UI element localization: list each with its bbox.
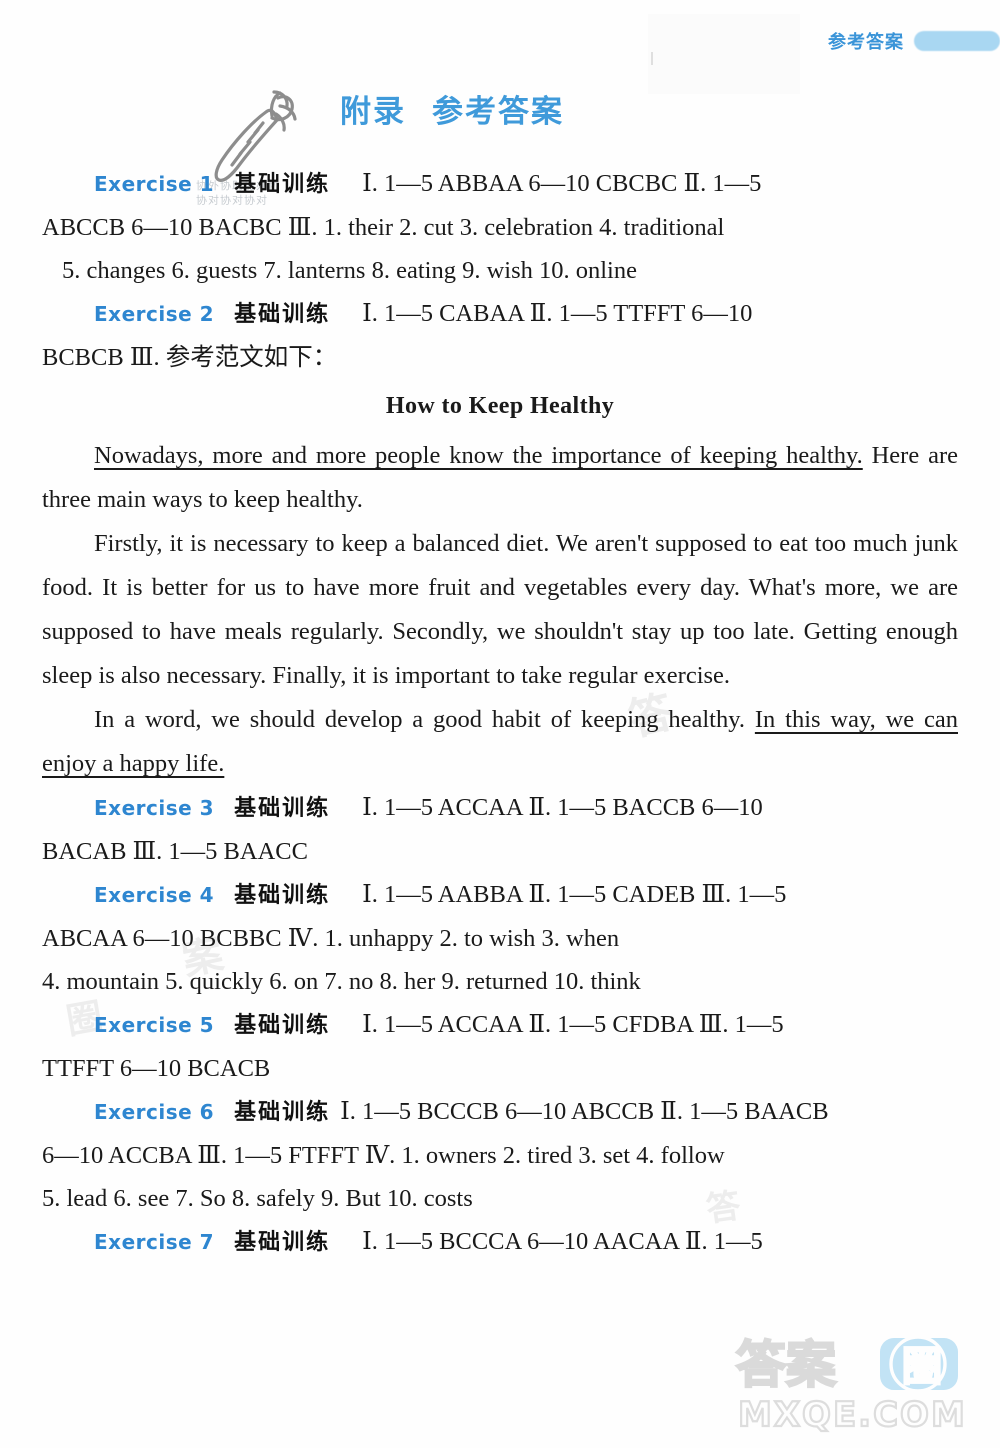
exercise-answers: 5. changes 6. guests 7. lanterns 8. eati… — [62, 257, 637, 284]
paper-smudge — [648, 14, 800, 94]
exercise-line: 5. lead 6. see 7. So 8. safely 9. But 10… — [42, 1177, 958, 1220]
exercise-answers: BACAB Ⅲ. 1—5 BAACC — [42, 838, 308, 865]
exercise-line: TTFFT 6—10 BCACB — [42, 1047, 958, 1090]
exercise-line: 4. mountain 5. quickly 6. on 7. no 8. he… — [42, 960, 958, 1003]
answer-key-page: 参考答案 附录 参考答案 协外协助协办协 协对协对协对 答 案 圈 答 Exer… — [0, 0, 1000, 1448]
answer-body: Exercise 1 基础训练 Ⅰ. 1—5 ABBAA 6—10 CBCBC Ⅱ.… — [42, 162, 958, 1264]
running-header: 参考答案 — [828, 28, 1000, 54]
exercise-answers: Ⅰ. 1—5 ACCAA Ⅱ. 1—5 BACCB 6—10 — [362, 794, 763, 821]
exercise-line: Exercise 2 基础训练 Ⅰ. 1—5 CABAA Ⅱ. 1—5 TTFFT … — [42, 292, 958, 336]
exercise-line: Exercise 6 基础训练 Ⅰ. 1—5 BCCCB 6—10 ABCCB Ⅱ.… — [42, 1090, 958, 1134]
exercise-answers: 4. mountain 5. quickly 6. on 7. no 8. he… — [42, 968, 641, 995]
essay-underlined-opening: Nowadays, more and more people know the … — [94, 442, 863, 469]
exercise-answers: Ⅰ. 1—5 ABBAA 6—10 CBCBC Ⅱ. 1—5 — [362, 170, 762, 197]
watermark-site-text: MXQE.COM — [738, 1395, 967, 1434]
exercise-line: 5. changes 6. guests 7. lanterns 8. eati… — [42, 249, 958, 292]
essay-paragraph-2: Firstly, it is necessary to keep a balan… — [42, 530, 958, 689]
exercise-line: 6—10 ACCBA Ⅲ. 1—5 FTFFT Ⅳ. 1. owners 2. … — [42, 1134, 958, 1177]
exercise-answers-cn: BCBCB Ⅲ. 参考范文如下： — [42, 344, 338, 371]
exercise-tag-6: Exercise 6 — [94, 1100, 215, 1124]
site-watermark: 答案 圈 MXQE.COM — [728, 1330, 974, 1436]
essay-title: How to Keep Healthy — [385, 393, 615, 419]
exercise-answers: TTFFT 6—10 BCACB — [42, 1055, 271, 1082]
essay-paragraph-1: Nowadays, more and more people know the … — [42, 434, 958, 522]
paper-smudge-tick — [651, 52, 653, 65]
exercise-tag-4: Exercise 4 — [94, 883, 215, 907]
exercise-section-4: 基础训练 — [234, 883, 331, 908]
watermark-logo-text: 答案 — [736, 1336, 837, 1394]
page-title: 附录 参考答案 — [340, 86, 564, 131]
exercise-answers: Ⅰ. 1—5 CABAA Ⅱ. 1—5 TTFFT 6—10 — [362, 300, 753, 327]
exercise-line: BCBCB Ⅲ. 参考范文如下： — [42, 336, 958, 379]
exercise-answers: ABCAA 6—10 BCBBC Ⅳ. 1. unhappy 2. to wis… — [42, 925, 620, 952]
exercise-answers: Ⅰ. 1—5 AABBA Ⅱ. 1—5 CADEB Ⅲ. 1—5 — [362, 881, 787, 908]
essay-paragraph-3-plain: In a word, we should develop a good habi… — [94, 706, 755, 733]
exercise-line: Exercise 5 基础训练 Ⅰ. 1—5 ACCAA Ⅱ. 1—5 CFDBA … — [42, 1003, 958, 1047]
exercise-line: Exercise 1 基础训练 Ⅰ. 1—5 ABBAA 6—10 CBCBC Ⅱ.… — [42, 162, 958, 206]
exercise-tag-2: Exercise 2 — [94, 302, 215, 326]
page-title-part1: 附录 — [340, 94, 406, 130]
exercise-line: Exercise 7 基础训练 Ⅰ. 1—5 BCCCA 6—10 AACAA Ⅱ.… — [42, 1220, 958, 1264]
exercise-line: ABCCB 6—10 BACBC Ⅲ. 1. their 2. cut 3. c… — [42, 206, 958, 249]
exercise-answers: Ⅰ. 1—5 BCCCB 6—10 ABCCB Ⅱ. 1—5 BAACB — [340, 1098, 829, 1125]
sample-essay: How to Keep Healthy Nowadays, more and m… — [42, 379, 958, 786]
exercise-tag-5: Exercise 5 — [94, 1013, 215, 1037]
exercise-section-1: 基础训练 — [234, 172, 331, 197]
essay-paragraph-3: In a word, we should develop a good habi… — [42, 698, 958, 786]
exercise-section-3: 基础训练 — [234, 796, 331, 821]
exercise-tag-7: Exercise 7 — [94, 1230, 215, 1254]
running-header-bar — [914, 31, 1000, 51]
exercise-answers: Ⅰ. 1—5 BCCCA 6—10 AACAA Ⅱ. 1—5 — [362, 1228, 763, 1255]
page-title-part2: 参考答案 — [432, 94, 564, 130]
exercise-section-2: 基础训练 — [234, 302, 331, 327]
exercise-answers: 6—10 ACCBA Ⅲ. 1—5 FTFFT Ⅳ. 1. owners 2. … — [42, 1142, 725, 1169]
exercise-line: Exercise 4 基础训练 Ⅰ. 1—5 AABBA Ⅱ. 1—5 CADEB … — [42, 873, 958, 917]
watermark-logo-badge: 圈 — [902, 1344, 942, 1390]
exercise-line: Exercise 3 基础训练 Ⅰ. 1—5 ACCAA Ⅱ. 1—5 BACCB … — [42, 786, 958, 830]
running-header-label: 参考答案 — [828, 32, 904, 53]
exercise-line: ABCAA 6—10 BCBBC Ⅳ. 1. unhappy 2. to wis… — [42, 917, 958, 960]
exercise-section-5: 基础训练 — [234, 1013, 331, 1038]
exercise-answers: Ⅰ. 1—5 ACCAA Ⅱ. 1—5 CFDBA Ⅲ. 1—5 — [362, 1011, 784, 1038]
exercise-answers: ABCCB 6—10 BACBC Ⅲ. 1. their 2. cut 3. c… — [42, 214, 725, 241]
exercise-tag-1: Exercise 1 — [94, 172, 215, 196]
exercise-line: BACAB Ⅲ. 1—5 BAACC — [42, 830, 958, 873]
exercise-section-7: 基础训练 — [234, 1230, 331, 1255]
exercise-section-6: 基础训练 — [234, 1100, 331, 1125]
exercise-tag-3: Exercise 3 — [94, 796, 215, 820]
exercise-answers: 5. lead 6. see 7. So 8. safely 9. But 10… — [42, 1185, 473, 1212]
